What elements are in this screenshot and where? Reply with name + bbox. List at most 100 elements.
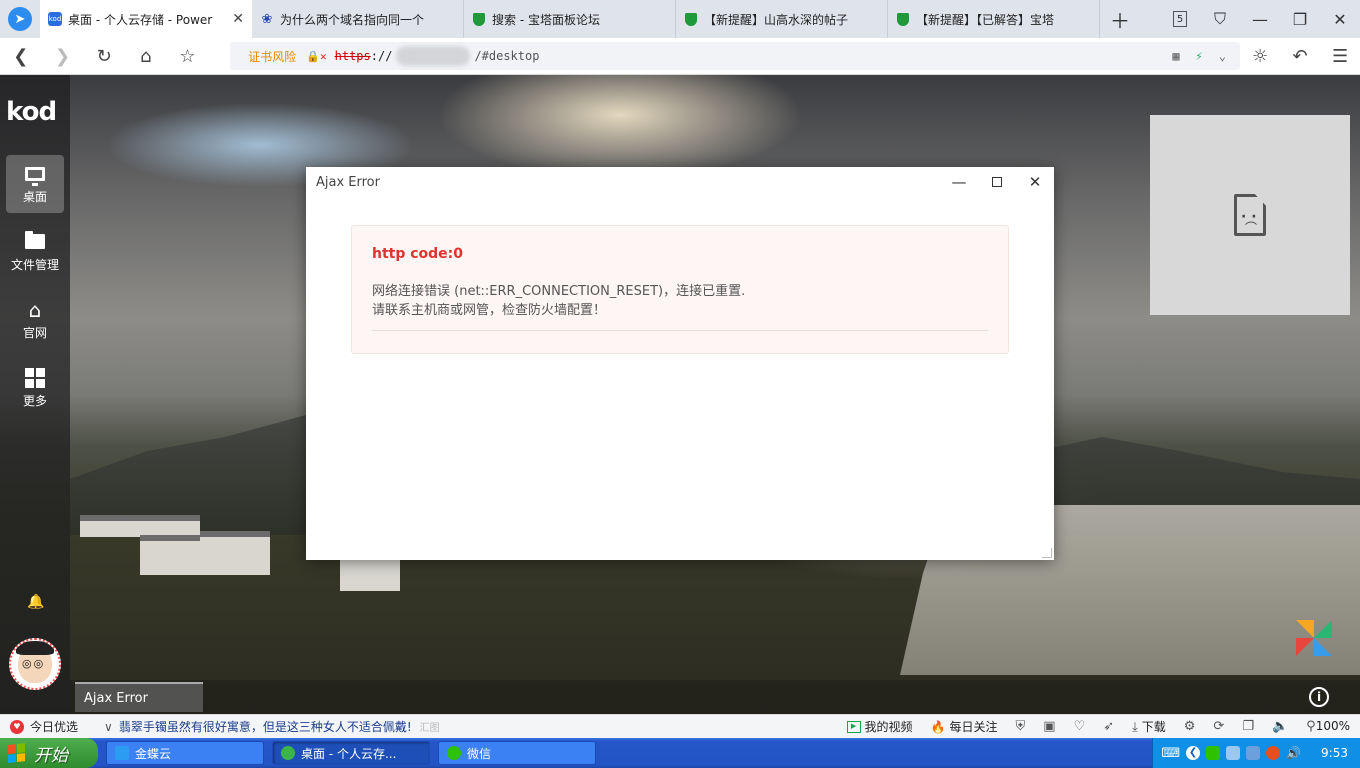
dock-item-file-manager[interactable]: 文件管理 (6, 223, 64, 281)
url-separator: :// (370, 49, 393, 63)
clock[interactable]: 9:53 (1321, 746, 1348, 760)
my-video-button[interactable]: ▶ 我的视频 (846, 718, 913, 735)
daily-focus-label: 每日关注 (949, 720, 998, 734)
today-picks-link[interactable]: 今日优选 (30, 718, 78, 735)
speed-mode-bolt-icon[interactable]: ⚡ (1196, 49, 1203, 63)
taskbar-item-browser[interactable]: 桌面 - 个人云存... (272, 741, 430, 765)
dialog-minimize-icon[interactable]: — (940, 167, 978, 197)
kingdee-cloud-icon (115, 746, 129, 760)
network-icon[interactable] (1226, 746, 1241, 760)
tab-bt-reminder-1[interactable]: 【新提醒】山高水深的帖子 (676, 0, 888, 38)
back-arrow-icon[interactable]: ❮ (0, 38, 42, 75)
browser-icon (281, 746, 295, 760)
dialog-maximize-icon[interactable] (978, 167, 1016, 197)
daily-focus-button[interactable]: 🔥 每日关注 (931, 718, 998, 735)
browser-status-bar: ♥ 今日优选 ∨ 翡翠手镯虽然有很好寓意，但是这三种女人不适合佩戴! 汇图 ▶ 我… (0, 714, 1360, 738)
left-dock: kod 桌面 文件管理 ⌂ 官网 更多 🔔 (0, 75, 70, 714)
home-icon: ⌂ (28, 297, 42, 322)
dock-item-website[interactable]: ⌂ 官网 (6, 291, 64, 349)
dock-item-desktop[interactable]: 桌面 (6, 155, 64, 213)
tab-bt-reminder-2[interactable]: 【新提醒】【已解答】宝塔 (888, 0, 1100, 38)
error-divider (372, 330, 988, 331)
home-icon[interactable]: ⌂ (125, 38, 167, 75)
chevron-down-icon[interactable]: ⌄ (1219, 49, 1226, 63)
menu-hamburger-icon[interactable]: ☰ (1320, 38, 1360, 75)
restore-icon[interactable]: ❐ (1280, 0, 1320, 38)
tab-title: 桌面 - 个人云存储 - Power (68, 12, 213, 27)
undo-close-icon[interactable]: ↶ (1280, 38, 1320, 75)
kod-logo: kod (6, 97, 57, 127)
cert-warning[interactable]: 证书风险 (248, 48, 296, 65)
volume-icon[interactable]: 🔈 (1272, 719, 1288, 734)
health-heart-icon[interactable]: ♡ (1074, 719, 1086, 734)
download-button[interactable]: ⤓ 下载 (1132, 718, 1166, 735)
address-toolbar: ❮ ❯ ↻ ⌂ ☆ 证书风险 🔒✕ https:// /#desktop ▦ ⚡… (0, 38, 1360, 75)
dialog-title: Ajax Error (316, 174, 380, 190)
shield-icon[interactable]: ⛨ (1016, 719, 1026, 734)
system-tray: ⌨ ❮ 🔊 9:53 (1152, 738, 1360, 768)
window-icon[interactable]: ❐ (1242, 719, 1254, 734)
dialog-titlebar[interactable]: Ajax Error — ✕ (306, 167, 1054, 197)
extension-icon[interactable]: ⚙ (1184, 719, 1196, 734)
image-icon[interactable]: ▣ (1043, 719, 1055, 734)
tray-expand-icon[interactable]: ❮ (1186, 746, 1201, 760)
tab-count-button[interactable]: 5 (1160, 0, 1200, 38)
dialog-resize-handle[interactable] (1042, 548, 1052, 558)
news-ticker[interactable]: ∨ 翡翠手镯虽然有很好寓意，但是这三种女人不适合佩戴! 汇图 (104, 718, 440, 735)
minimize-icon[interactable]: — (1240, 0, 1280, 38)
tab-title: 【新提醒】【已解答】宝塔 (916, 12, 1055, 27)
bookmark-star-icon[interactable]: ☆ (167, 38, 209, 75)
shirt-skin-icon[interactable]: ⛉ (1200, 0, 1240, 38)
taskbar-item-wechat[interactable]: 微信 (438, 741, 596, 765)
taskbar-item-label: 金蝶云 (135, 746, 172, 761)
url-tools: ▦ ⚡ ⌄ (1172, 49, 1240, 63)
tab-bt-search[interactable]: 搜索 - 宝塔面板论坛 (464, 0, 676, 38)
app-task-ajax-error[interactable]: Ajax Error (75, 682, 203, 712)
play-icon: ▶ (846, 720, 861, 733)
brightness-sun-icon[interactable]: ☼ (1240, 38, 1280, 75)
download-icon: ⤓ (1132, 720, 1138, 735)
tab-close-icon[interactable]: ✕ (232, 11, 244, 27)
forward-arrow-icon[interactable]: ❯ (42, 38, 84, 75)
refresh-icon[interactable]: ↻ (83, 38, 125, 75)
browser-tab-strip: ➤ kod 桌面 - 个人云存储 - Power ✕ ❀ 为什么两个域名指向同一… (0, 0, 1360, 38)
sync-icon[interactable]: ⟳ (1213, 719, 1224, 734)
flame-icon: 🔥 (930, 720, 946, 734)
zoom-control[interactable]: ⚲100% (1306, 719, 1350, 734)
dialog-close-icon[interactable]: ✕ (1016, 167, 1054, 197)
pinwheel-icon[interactable] (1294, 618, 1334, 662)
ad-label: 汇图 (419, 723, 440, 734)
tab-kod-desktop[interactable]: kod 桌面 - 个人云存储 - Power ✕ (40, 0, 252, 38)
desktop-widget-broken-image[interactable] (1150, 115, 1350, 315)
speaker-icon[interactable]: 🔊 (1286, 746, 1301, 760)
security-tray-icon[interactable] (1266, 746, 1281, 760)
dock-item-label: 桌面 (22, 189, 47, 204)
start-button[interactable]: 开始 (0, 738, 98, 768)
keyboard-icon[interactable]: ⌨ (1161, 746, 1180, 761)
grid-icon (24, 367, 46, 388)
bt-shield-icon (472, 12, 486, 26)
baidu-paw-icon: ❀ (261, 11, 273, 27)
bell-notification-icon[interactable]: 🔔 (27, 594, 44, 610)
taskbar-item-kingdee[interactable]: 金蝶云 (106, 741, 264, 765)
display-icon[interactable] (1246, 746, 1261, 760)
kod-favicon-icon: kod (48, 12, 62, 26)
browser-logo[interactable]: ➤ (0, 0, 40, 38)
my-video-label: 我的视频 (864, 720, 913, 734)
url-input[interactable]: 证书风险 🔒✕ https:// /#desktop ▦ ⚡ ⌄ (230, 42, 1241, 70)
wechat-tray-icon[interactable] (1206, 746, 1221, 760)
avatar-face (16, 641, 54, 683)
desktop-monitor-icon (24, 164, 46, 186)
info-icon[interactable]: i (1309, 687, 1329, 707)
rocket-icon[interactable]: ➶ (1103, 719, 1114, 734)
dock-item-label: 更多 (22, 393, 47, 408)
user-avatar[interactable] (9, 638, 61, 690)
url-path: /#desktop (474, 49, 540, 63)
tab-domain-question[interactable]: ❀ 为什么两个域名指向同一个 (252, 0, 464, 38)
news-headline[interactable]: 翡翠手镯虽然有很好寓意，但是这三种女人不适合佩戴! (119, 718, 412, 735)
close-window-icon[interactable]: ✕ (1320, 0, 1360, 38)
dialog-window-buttons: — ✕ (940, 167, 1054, 197)
qr-code-icon[interactable]: ▦ (1172, 49, 1179, 63)
new-tab-plus-icon[interactable]: ＋ (1100, 0, 1140, 38)
dock-item-more[interactable]: 更多 (6, 359, 64, 417)
